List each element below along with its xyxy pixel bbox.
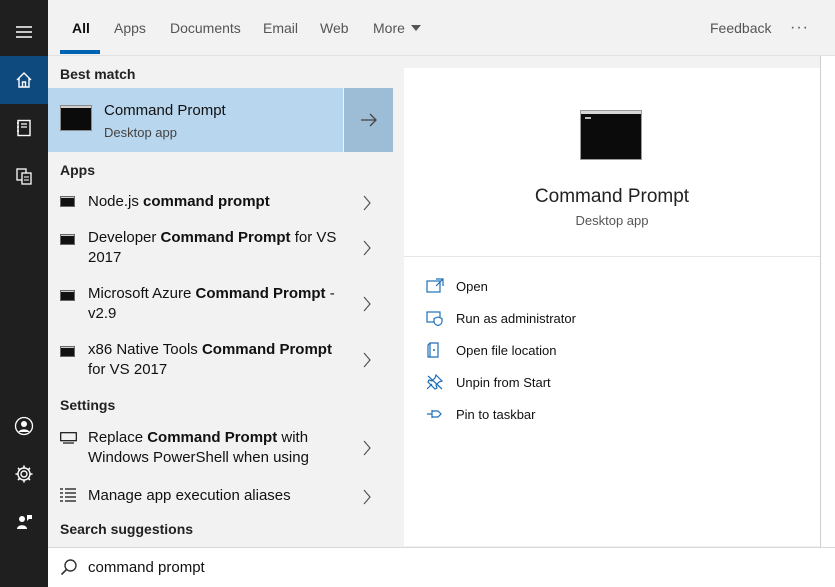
detail-divider	[404, 256, 820, 257]
arrow-right-icon	[360, 113, 377, 127]
best-match-heading: Best match	[60, 66, 136, 82]
user-account-button[interactable]	[0, 402, 48, 450]
action-unpin-from-start[interactable]: Unpin from Start	[426, 372, 551, 392]
shield-window-icon	[426, 311, 443, 326]
tab-more-label: More	[373, 20, 405, 36]
top-tab-bar: All Apps Documents Email Web More Feedba…	[48, 0, 835, 56]
background-window-edge	[820, 56, 835, 547]
feedback-label: Feedback	[710, 20, 772, 36]
apps-heading: Apps	[60, 162, 95, 178]
list-settings-icon	[60, 488, 76, 502]
tab-all-label: All	[72, 20, 90, 36]
tab-documents[interactable]: Documents	[170, 0, 241, 56]
chevron-right-icon[interactable]	[362, 352, 372, 368]
home-icon	[16, 72, 32, 88]
feedback-person-icon	[17, 515, 32, 529]
chevron-right-icon[interactable]	[362, 195, 372, 211]
action-run-as-admin[interactable]: Run as administrator	[426, 308, 576, 328]
results-list: Best match Command Prompt Desktop app Ap…	[48, 56, 393, 547]
tab-apps[interactable]: Apps	[114, 0, 146, 56]
console-app-icon	[60, 196, 75, 207]
tab-all[interactable]: All	[72, 0, 90, 56]
chevron-right-icon[interactable]	[362, 296, 372, 312]
search-icon	[60, 559, 77, 576]
list-item-replace-powershell[interactable]: Replace Command Prompt with Windows Powe…	[48, 428, 393, 472]
action-open[interactable]: Open	[426, 276, 488, 296]
list-item-label: Microsoft Azure Command Prompt - v2.9	[88, 285, 335, 322]
tab-web[interactable]: Web	[320, 0, 349, 56]
left-rail	[0, 0, 48, 587]
list-item-label: Manage app execution aliases	[88, 487, 291, 504]
settings-heading: Settings	[60, 397, 116, 413]
open-window-icon	[426, 278, 444, 293]
best-match-expand-button[interactable]	[344, 88, 393, 152]
hamburger-menu-button[interactable]	[0, 8, 48, 56]
console-app-icon	[60, 290, 75, 301]
console-app-icon	[60, 234, 75, 245]
documents-icon	[16, 168, 32, 185]
hamburger-menu-icon	[16, 26, 32, 38]
list-item-x86-cmd[interactable]: x86 Native Tools Command Prompt for VS 2…	[48, 340, 393, 384]
pin-icon	[427, 410, 442, 418]
command-prompt-icon	[60, 105, 92, 131]
active-tab-indicator	[60, 50, 100, 54]
best-match-item[interactable]: Command Prompt Desktop app	[48, 88, 343, 152]
chevron-right-icon[interactable]	[362, 440, 372, 456]
chevron-right-icon[interactable]	[362, 240, 372, 256]
user-icon	[14, 416, 34, 436]
notebook-button[interactable]	[0, 104, 48, 152]
action-label: Open	[456, 278, 488, 294]
unpin-icon	[426, 374, 444, 390]
action-open-file-location[interactable]: Open file location	[426, 340, 556, 360]
caret-down-icon	[410, 25, 421, 31]
notebook-icon	[17, 119, 31, 137]
tab-web-label: Web	[320, 20, 349, 36]
action-label: Run as administrator	[456, 310, 576, 326]
action-label: Open file location	[456, 342, 557, 358]
console-app-icon	[60, 346, 75, 357]
list-item-label: Developer Command Prompt for VS 2017	[88, 229, 337, 266]
tab-apps-label: Apps	[114, 20, 146, 36]
more-options-button[interactable]: ···	[790, 0, 809, 56]
best-match-subtitle: Desktop app	[104, 125, 177, 140]
search-bar	[48, 547, 835, 587]
tab-email-label: Email	[263, 20, 299, 36]
detail-subtitle: Desktop app	[575, 213, 649, 228]
list-item-developer-cmd[interactable]: Developer Command Prompt for VS 2017	[48, 228, 393, 272]
feedback-hub-button[interactable]	[0, 498, 48, 546]
home-button[interactable]	[0, 56, 48, 104]
action-pin-to-taskbar[interactable]: Pin to taskbar	[426, 404, 536, 424]
feedback-link[interactable]: Feedback	[710, 0, 771, 56]
more-options-icon: ···	[790, 19, 809, 36]
list-item-nodejs[interactable]: Node.js command prompt	[48, 188, 393, 218]
list-item-label: Replace Command Prompt with Windows Powe…	[88, 429, 309, 466]
list-item-label: x86 Native Tools Command Prompt for VS 2…	[88, 341, 332, 378]
settings-gear-icon	[15, 465, 33, 483]
list-item-label: Node.js command prompt	[88, 193, 270, 210]
chevron-right-icon[interactable]	[362, 489, 372, 505]
action-label: Unpin from Start	[456, 374, 551, 390]
file-location-icon	[427, 342, 439, 358]
tab-email[interactable]: Email	[263, 0, 298, 56]
search-suggestions-heading: Search suggestions	[60, 521, 194, 537]
list-item-app-aliases[interactable]: Manage app execution aliases	[48, 484, 393, 514]
monitor-settings-icon	[60, 432, 77, 444]
detail-pane: Command Prompt Desktop app Open Run as a…	[404, 68, 820, 546]
detail-title: Command Prompt	[534, 186, 690, 207]
settings-button[interactable]	[0, 450, 48, 498]
documents-button[interactable]	[0, 152, 48, 200]
best-match-title: Command Prompt	[104, 102, 226, 119]
search-input[interactable]	[88, 556, 488, 578]
list-item-azure-cmd[interactable]: Microsoft Azure Command Prompt - v2.9	[48, 284, 393, 328]
action-label: Pin to taskbar	[456, 406, 536, 422]
tab-more[interactable]: More	[373, 0, 421, 56]
command-prompt-large-icon	[580, 110, 642, 160]
tab-documents-label: Documents	[170, 20, 241, 36]
